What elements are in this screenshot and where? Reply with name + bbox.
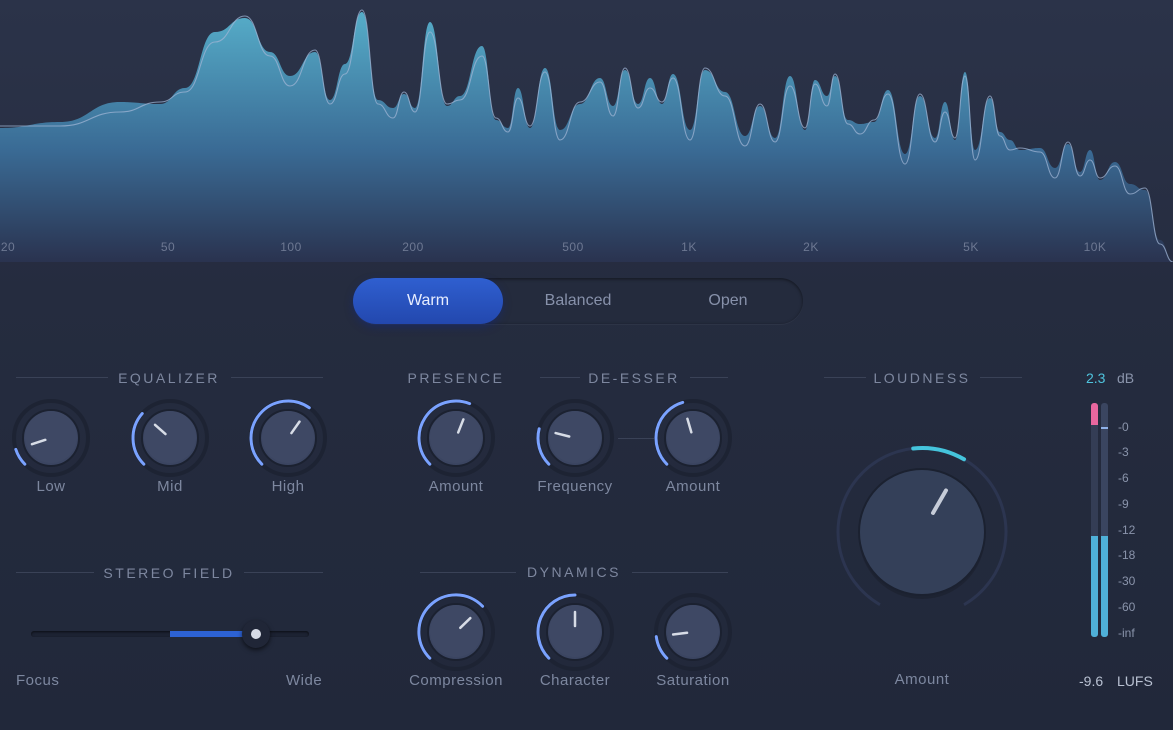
eq-mid-knob[interactable] bbox=[130, 398, 210, 478]
stereo-focus-label: Focus bbox=[16, 672, 60, 689]
stereo-field-title: STEREO FIELD bbox=[103, 565, 235, 581]
equalizer-rule-right bbox=[231, 377, 323, 378]
meter-scale-5: -18 bbox=[1118, 548, 1136, 562]
saturation-knob-graphic bbox=[654, 593, 732, 671]
character-knob-graphic bbox=[536, 593, 614, 671]
deesser-amount-knob[interactable] bbox=[653, 398, 733, 478]
dynamics-rule-left bbox=[420, 572, 516, 573]
freq-label-50: 50 bbox=[160, 240, 176, 254]
deesser-amount-label: Amount bbox=[665, 478, 721, 495]
eq-high-label: High bbox=[271, 478, 305, 495]
presence-amount-label: Amount bbox=[428, 478, 484, 495]
compression-label: Compression bbox=[409, 672, 503, 689]
freq-label-500: 500 bbox=[562, 240, 584, 254]
clip-indicator bbox=[1091, 403, 1098, 425]
spectrum-analyzer bbox=[0, 0, 1173, 262]
meter-scale-0: -0 bbox=[1118, 420, 1129, 434]
presence-amount-knob[interactable] bbox=[416, 398, 496, 478]
dynamics-title: DYNAMICS bbox=[527, 564, 621, 580]
meter-scale-1: -3 bbox=[1118, 445, 1129, 459]
character-label: Character bbox=[539, 672, 611, 689]
meter-scale-2: -6 bbox=[1118, 471, 1129, 485]
meter-scale-7: -60 bbox=[1118, 600, 1136, 614]
equalizer-title: EQUALIZER bbox=[118, 370, 220, 386]
peak-db-unit: dB bbox=[1117, 370, 1135, 386]
meter-left-channel bbox=[1091, 403, 1098, 637]
peak-db-value: 2.3 bbox=[1086, 370, 1106, 386]
voicing-option-warm[interactable]: Warm bbox=[353, 278, 503, 324]
lufs-unit: LUFS bbox=[1117, 673, 1153, 689]
stereo-width-thumb[interactable] bbox=[242, 620, 271, 648]
freq-label-2k: 2K bbox=[803, 240, 819, 254]
loudness-rule-right bbox=[980, 377, 1022, 378]
loudness-rule-left bbox=[824, 377, 866, 378]
meter-scale-3: -9 bbox=[1118, 497, 1129, 511]
voicing-selector: Warm Balanced Open bbox=[353, 278, 803, 324]
deesser-frequency-label: Frequency bbox=[537, 478, 613, 495]
saturation-label: Saturation bbox=[656, 672, 730, 689]
meter-peak-hold bbox=[1101, 427, 1108, 429]
compression-knob-graphic bbox=[417, 593, 495, 671]
freq-label-20: 20 bbox=[0, 240, 16, 254]
eq-mid-label: Mid bbox=[157, 478, 183, 495]
deesser-rule-left bbox=[540, 377, 580, 378]
meter-scale-6: -30 bbox=[1118, 574, 1136, 588]
deesser-link-line bbox=[618, 438, 654, 439]
presence-amount-knob-graphic bbox=[417, 399, 495, 477]
loudness-amount-knob[interactable] bbox=[832, 442, 1012, 622]
eq-low-label: Low bbox=[36, 478, 66, 495]
loudness-amount-label: Amount bbox=[894, 671, 950, 688]
deesser-title: DE-ESSER bbox=[588, 370, 680, 386]
eq-low-knob[interactable] bbox=[11, 398, 91, 478]
presence-title: PRESENCE bbox=[407, 370, 505, 386]
compression-knob[interactable] bbox=[416, 592, 496, 672]
loudness-title: LOUDNESS bbox=[873, 370, 971, 386]
loudness-amount-knob-graphic bbox=[836, 446, 1008, 607]
equalizer-rule-left bbox=[16, 377, 108, 378]
meter-right-channel bbox=[1101, 403, 1108, 637]
eq-low-knob-graphic bbox=[12, 399, 90, 477]
eq-high-knob-graphic bbox=[249, 399, 327, 477]
stereo-rule-left bbox=[16, 572, 94, 573]
meter-left-level bbox=[1091, 536, 1098, 637]
stereo-wide-label: Wide bbox=[286, 672, 323, 689]
stereo-width-slider[interactable] bbox=[31, 620, 309, 648]
meter-scale-8: -inf bbox=[1118, 626, 1135, 640]
dynamics-rule-right bbox=[632, 572, 728, 573]
freq-label-100: 100 bbox=[280, 240, 302, 254]
lufs-value: -9.6 bbox=[1079, 673, 1104, 689]
deesser-frequency-knob[interactable] bbox=[535, 398, 615, 478]
freq-label-200: 200 bbox=[402, 240, 424, 254]
freq-label-1k: 1K bbox=[681, 240, 697, 254]
eq-high-knob[interactable] bbox=[248, 398, 328, 478]
freq-label-5k: 5K bbox=[963, 240, 979, 254]
voicing-option-balanced[interactable]: Balanced bbox=[503, 278, 653, 324]
meter-scale-4: -12 bbox=[1118, 523, 1136, 537]
voicing-option-open[interactable]: Open bbox=[653, 278, 803, 324]
freq-label-10k: 10K bbox=[1083, 240, 1107, 254]
stereo-rule-right bbox=[244, 572, 323, 573]
meter-right-level bbox=[1101, 536, 1108, 637]
deesser-rule-right bbox=[690, 377, 728, 378]
character-knob[interactable] bbox=[535, 592, 615, 672]
deesser-frequency-knob-graphic bbox=[536, 399, 614, 477]
deesser-amount-knob-graphic bbox=[654, 399, 732, 477]
plugin-window: 20 50 100 200 500 1K 2K 5K 10K Warm Balanced Ope… bbox=[0, 0, 1173, 730]
eq-mid-knob-graphic bbox=[131, 399, 209, 477]
saturation-knob[interactable] bbox=[653, 592, 733, 672]
